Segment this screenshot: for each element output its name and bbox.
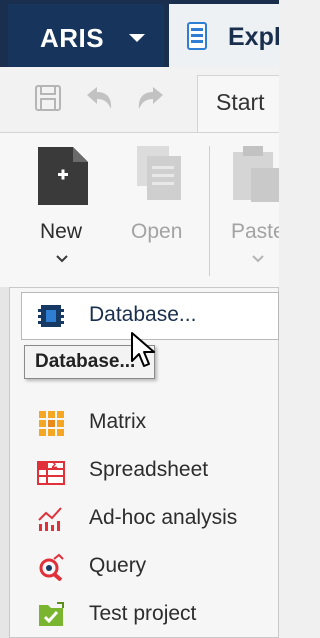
menu-item-adhoc-analysis[interactable]: Ad-hoc analysis: [10, 495, 278, 543]
paste-button[interactable]: Paste: [225, 142, 279, 277]
tooltip-text: Database...: [35, 351, 136, 372]
aris-app-menu-label: ARIS: [40, 23, 105, 53]
menu-item-label: Query: [89, 554, 147, 577]
menu-item-label: Matrix: [89, 410, 147, 433]
explorer-tab-label: Expl: [228, 23, 279, 51]
paste-icon: [233, 146, 279, 202]
menu-item-label: Database...: [89, 303, 197, 326]
menu-item-label: Ad-hoc analysis: [89, 506, 238, 529]
save-icon[interactable]: [33, 83, 63, 113]
menu-item-query[interactable]: Query: [10, 543, 278, 591]
svg-text:Σ: Σ: [51, 460, 58, 471]
test-project-icon: [39, 602, 64, 626]
menu-item-label: Test project: [89, 602, 197, 625]
spreadsheet-icon: Σ: [37, 460, 65, 485]
open-button-label: Open: [131, 220, 183, 243]
caret-down-icon: [129, 34, 145, 42]
undo-icon[interactable]: [83, 83, 115, 113]
title-bar: ARIS Expl: [0, 0, 279, 67]
ribbon-group-separator: [209, 146, 210, 276]
paste-button-label: Paste: [231, 220, 279, 243]
mouse-cursor-icon: [131, 332, 155, 367]
open-button[interactable]: Open: [125, 142, 197, 252]
database-icon: [38, 305, 64, 327]
open-document-icon: [137, 146, 181, 200]
aris-app-menu-button[interactable]: ARIS: [8, 4, 164, 67]
menu-item-matrix[interactable]: Matrix: [10, 399, 278, 447]
menu-item-label: Spreadsheet: [89, 458, 209, 481]
new-document-icon: [38, 147, 88, 205]
explorer-tab[interactable]: Expl: [169, 4, 279, 67]
menu-item-test-project[interactable]: Test project: [10, 591, 278, 638]
new-button[interactable]: New: [28, 142, 100, 277]
tab-start-label: Start: [216, 89, 265, 115]
chevron-down-icon: [252, 255, 264, 263]
matrix-icon: [39, 411, 64, 436]
chevron-down-icon: [56, 255, 68, 263]
tab-start[interactable]: Start: [197, 75, 279, 134]
adhoc-analysis-icon: [38, 507, 62, 531]
query-icon: [39, 553, 64, 581]
aris-window: ARIS Expl Start New Open Paste Database.…: [0, 0, 279, 638]
menu-item-spreadsheet[interactable]: Σ Spreadsheet: [10, 447, 278, 495]
redo-icon[interactable]: [135, 83, 167, 113]
explorer-icon: [187, 22, 207, 50]
new-button-label: New: [40, 220, 83, 243]
window-left-edge: [0, 287, 9, 638]
